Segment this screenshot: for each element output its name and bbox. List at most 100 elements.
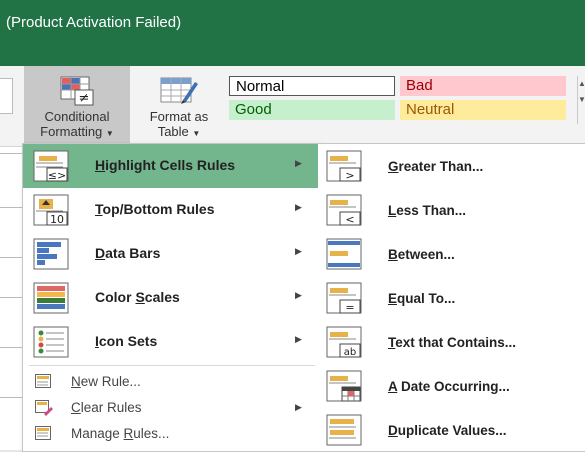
equal-to-icon: = bbox=[326, 282, 362, 319]
submenu-item-label: Duplicate Values... bbox=[388, 423, 507, 438]
style-good[interactable]: Good bbox=[229, 100, 395, 120]
menu-item[interactable]: Color Scales ▶ bbox=[23, 276, 319, 320]
color-scales-icon bbox=[33, 282, 69, 319]
submenu-item[interactable]: A Date Occurring... bbox=[318, 364, 585, 408]
submenu-item[interactable]: < Less Than... bbox=[318, 188, 585, 232]
style-bad[interactable]: Bad bbox=[400, 76, 566, 96]
date-occurring-icon bbox=[326, 370, 362, 407]
menu-item[interactable]: ≤> Highlight Cells Rules ▶ bbox=[23, 144, 319, 188]
menu-item[interactable]: 10 Top/Bottom Rules ▶ bbox=[23, 188, 319, 232]
menu-item[interactable]: Clear Rules ▶ bbox=[23, 396, 319, 420]
cell-styles-gallery: Normal Bad Good Neutral bbox=[229, 76, 579, 124]
menu-item-label: Color Scales bbox=[95, 289, 180, 305]
data-bars-icon bbox=[33, 238, 69, 275]
submenu-item-label: Less Than... bbox=[388, 203, 466, 218]
label-part: ext that Contains... bbox=[395, 335, 517, 350]
menu-item[interactable]: Icon Sets ▶ bbox=[23, 320, 319, 364]
accelerator-key: S bbox=[135, 289, 145, 305]
svg-text:ab: ab bbox=[344, 347, 356, 358]
label-part: cales bbox=[144, 289, 180, 305]
menu-item[interactable]: New Rule... bbox=[23, 370, 319, 394]
menu-item-label: Icon Sets bbox=[95, 333, 157, 349]
highlight-cells-icon: ≤> bbox=[33, 150, 69, 187]
format-as-table-label-1: Format as bbox=[149, 109, 209, 124]
accelerator-key: E bbox=[388, 291, 398, 306]
conditional-formatting-menu: ≤> Highlight Cells Rules ▶ 10 Top/Bottom Rul… bbox=[22, 143, 320, 452]
menu-item-label: Top/Bottom Rules bbox=[95, 201, 215, 217]
submenu-item-label: Text that Contains... bbox=[388, 335, 516, 350]
submenu-arrow-icon: ▶ bbox=[295, 202, 302, 212]
dropdown-caret-icon: ▼ bbox=[105, 129, 114, 138]
submenu-arrow-icon: ▶ bbox=[295, 246, 302, 256]
submenu-arrow-icon: ▶ bbox=[295, 402, 302, 412]
menu-item-label: Data Bars bbox=[95, 245, 160, 261]
menu-separator bbox=[29, 365, 315, 366]
scroll-up-icon[interactable]: ▲ bbox=[578, 76, 585, 92]
accelerator-key: N bbox=[71, 374, 81, 389]
accelerator-key: B bbox=[388, 247, 398, 262]
submenu-item-label: Equal To... bbox=[388, 291, 455, 306]
styles-gallery-scroll[interactable]: ▲ ▼ bbox=[577, 76, 585, 124]
label-part: Date Occurring... bbox=[397, 379, 510, 394]
new-rule-icon bbox=[35, 374, 53, 395]
format-as-table-icon bbox=[159, 76, 199, 109]
format-as-table-button[interactable]: Format as Table ▼ bbox=[133, 66, 225, 146]
ribbon: ≠ Conditional Formatting ▼ Format as Tab… bbox=[0, 66, 585, 147]
window-title: (Product Activation Failed) bbox=[6, 14, 182, 31]
manage-rules-icon bbox=[35, 426, 53, 447]
highlight-cells-rules-submenu: > Greater Than... < Less Than... Between... =… bbox=[318, 143, 585, 452]
title-bar: (Product Activation Failed) bbox=[0, 0, 585, 66]
icon-sets-icon bbox=[33, 326, 69, 363]
label-part: uplicate Values... bbox=[397, 423, 507, 438]
submenu-item[interactable]: Duplicate Values... bbox=[318, 408, 585, 452]
accelerator-key: R bbox=[123, 426, 134, 441]
conditional-formatting-label-2: Formatting bbox=[40, 124, 103, 139]
submenu-arrow-icon: ▶ bbox=[295, 290, 302, 300]
menu-item-label: Manage Rules... bbox=[71, 426, 169, 441]
accelerator-key: D bbox=[388, 423, 398, 438]
menu-item[interactable]: Manage Rules... bbox=[23, 422, 319, 446]
label-part: Manage bbox=[71, 426, 124, 441]
accelerator-key: L bbox=[388, 203, 397, 218]
svg-text:=: = bbox=[345, 301, 354, 314]
label-part: ata Bars bbox=[105, 245, 161, 261]
svg-text:≤>: ≤> bbox=[48, 169, 66, 182]
style-neutral[interactable]: Neutral bbox=[400, 100, 566, 120]
submenu-arrow-icon: ▶ bbox=[295, 158, 302, 168]
menu-item-label: Clear Rules bbox=[71, 400, 142, 415]
submenu-item-label: Between... bbox=[388, 247, 455, 262]
menu-item[interactable]: Data Bars ▶ bbox=[23, 232, 319, 276]
submenu-item[interactable]: > Greater Than... bbox=[318, 144, 585, 188]
accelerator-key: H bbox=[95, 157, 106, 173]
scroll-down-icon[interactable]: ▼ bbox=[578, 92, 585, 108]
clear-rules-icon bbox=[35, 400, 53, 421]
label-part: ess Than... bbox=[396, 203, 467, 218]
label-part: ules... bbox=[133, 426, 170, 441]
style-normal[interactable]: Normal bbox=[229, 76, 395, 96]
format-as-table-label-2: Table bbox=[157, 124, 189, 139]
label-part: Color bbox=[95, 289, 136, 305]
submenu-item[interactable]: Between... bbox=[318, 232, 585, 276]
submenu-item[interactable]: = Equal To... bbox=[318, 276, 585, 320]
ribbon-left-control[interactable] bbox=[0, 78, 13, 114]
submenu-item-label: A Date Occurring... bbox=[388, 379, 510, 394]
duplicate-values-icon bbox=[326, 414, 362, 451]
label-part: ew Rule... bbox=[80, 374, 141, 389]
less-than-icon: < bbox=[326, 194, 362, 231]
top-bottom-icon: 10 bbox=[33, 194, 69, 231]
label-part: reater Than... bbox=[398, 159, 484, 174]
submenu-item-label: Greater Than... bbox=[388, 159, 483, 174]
between-icon bbox=[326, 238, 362, 275]
accelerator-key: A bbox=[388, 379, 398, 394]
accelerator-key: G bbox=[388, 159, 399, 174]
text-contains-icon: ab bbox=[326, 326, 362, 363]
conditional-formatting-button[interactable]: ≠ Conditional Formatting ▼ bbox=[24, 66, 130, 146]
accelerator-key: C bbox=[71, 400, 81, 415]
submenu-item[interactable]: ab Text that Contains... bbox=[318, 320, 585, 364]
svg-text:≠: ≠ bbox=[79, 91, 90, 106]
label-part: lear Rules bbox=[80, 400, 142, 415]
submenu-arrow-icon: ▶ bbox=[295, 334, 302, 344]
accelerator-key: T bbox=[95, 201, 103, 217]
label-part: qual To... bbox=[397, 291, 456, 306]
svg-text:>: > bbox=[345, 169, 354, 182]
